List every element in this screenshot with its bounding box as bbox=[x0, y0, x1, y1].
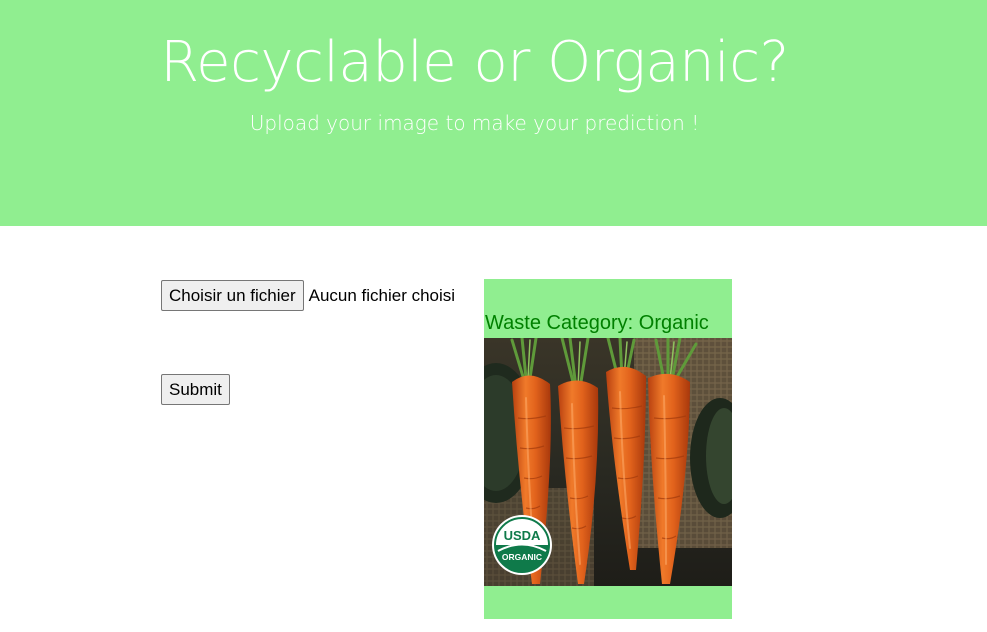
submit-button[interactable]: Submit bbox=[161, 374, 230, 405]
page-header: Recyclable or Organic? Upload your image… bbox=[0, 0, 987, 226]
prediction-result: Waste Category: Organic USDA ORGANIC bbox=[484, 279, 732, 619]
file-status-text: Aucun fichier choisi bbox=[308, 285, 456, 305]
page-title: Recyclable or Organic? bbox=[160, 30, 789, 95]
submit-container: Submit bbox=[161, 374, 230, 405]
page-subtitle: Upload your image to make your predictio… bbox=[249, 111, 700, 135]
choose-file-button[interactable]: Choisir un fichier bbox=[161, 280, 304, 311]
uploaded-image: USDA ORGANIC bbox=[484, 338, 732, 586]
usda-organic-badge: USDA ORGANIC bbox=[492, 515, 552, 575]
waste-category-label: Waste Category: Organic bbox=[485, 312, 709, 334]
svg-text:ORGANIC: ORGANIC bbox=[502, 552, 542, 562]
file-input[interactable]: Choisir un fichier Aucun fichier choisi bbox=[161, 280, 455, 311]
svg-text:USDA: USDA bbox=[504, 528, 541, 543]
